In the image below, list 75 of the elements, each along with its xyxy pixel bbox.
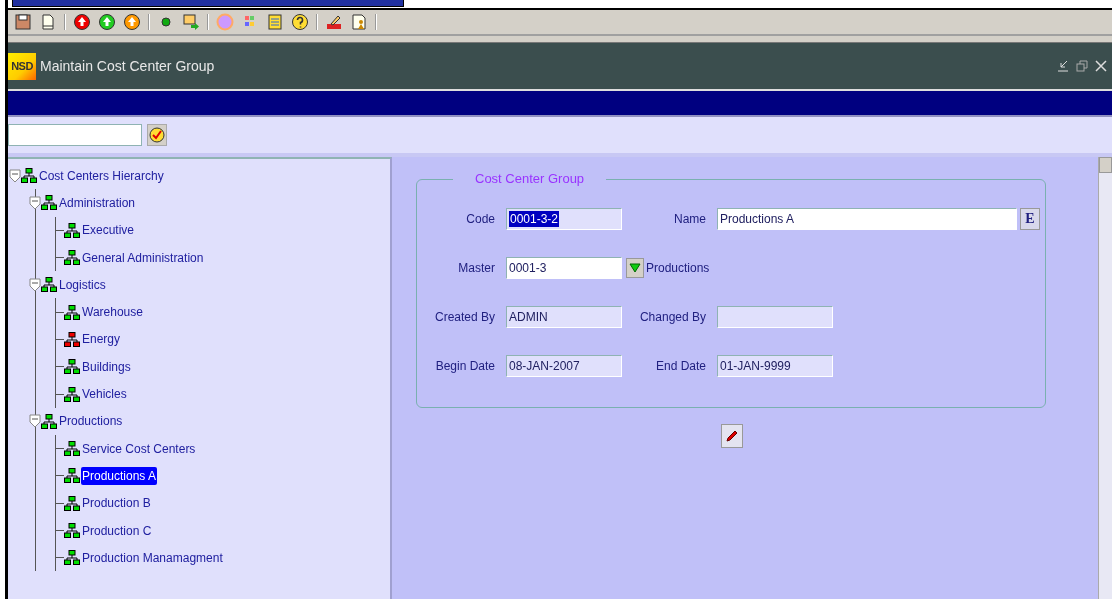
scroll-up-button[interactable] <box>1099 157 1112 173</box>
app-logo: NSD <box>8 52 36 80</box>
list-icon <box>266 13 284 31</box>
tree-item[interactable]: Productions A <box>81 466 158 485</box>
tree-item[interactable]: Administration <box>58 193 137 212</box>
scrollbar[interactable] <box>1098 157 1112 599</box>
field-value: 0001-3 <box>509 261 547 275</box>
input-field[interactable]: ADMIN <box>506 306 622 328</box>
tree-item[interactable]: Productions <box>58 412 124 431</box>
confirm-button[interactable] <box>147 124 167 146</box>
tree-item[interactable]: Logistics <box>58 275 107 294</box>
field-label: Created By <box>433 310 495 324</box>
tree-toggle[interactable] <box>29 414 41 429</box>
toolbar-button[interactable] <box>325 13 343 31</box>
document-icon <box>39 13 57 31</box>
pencil-icon <box>325 13 343 31</box>
field-value: 0001-3-2 <box>509 211 560 227</box>
toolbar-button[interactable] <box>291 13 309 31</box>
collapse-icon <box>9 168 21 183</box>
tree-item[interactable]: Warehouse <box>81 303 144 322</box>
tree-item[interactable]: Executive <box>81 221 136 240</box>
minimize-button[interactable] <box>1055 58 1071 74</box>
field-label: Changed By <box>638 310 706 324</box>
field-label: Code <box>465 212 495 226</box>
tree-item[interactable]: Production Manamagment <box>81 548 224 567</box>
user-document-icon <box>350 13 368 31</box>
tree-item[interactable]: Production C <box>81 521 153 540</box>
help-icon <box>291 13 309 31</box>
tree-toggle[interactable] <box>9 168 21 183</box>
toolbar-button[interactable] <box>73 13 91 31</box>
input-field[interactable]: Productions A <box>717 208 1017 230</box>
field-label: Name <box>673 212 706 226</box>
dropdown-button[interactable] <box>626 258 644 278</box>
minimize-icon <box>1057 60 1069 72</box>
restore-icon <box>1076 60 1088 72</box>
triangle-down-icon <box>629 263 641 273</box>
field-label: End Date <box>654 359 706 373</box>
tree-item[interactable]: Service Cost Centers <box>81 439 197 458</box>
close-icon <box>1095 60 1107 72</box>
input-field[interactable]: 0001-3 <box>506 257 622 279</box>
toolbar-button[interactable] <box>14 13 32 31</box>
checkmark-icon <box>149 127 165 143</box>
tree-item[interactable]: Cost Centers Hierarchy <box>38 166 165 185</box>
tree-item[interactable]: Production B <box>81 494 152 513</box>
toolbar-button[interactable] <box>98 13 116 31</box>
color-wheel-icon <box>216 13 234 31</box>
close-button[interactable] <box>1093 58 1109 74</box>
search-field[interactable] <box>8 124 142 146</box>
monitor-arrow-icon <box>182 13 200 31</box>
tree-item[interactable]: General Administration <box>81 248 205 267</box>
field-label: Begin Date <box>434 359 495 373</box>
input-field[interactable]: 01-JAN-9999 <box>717 355 833 377</box>
restore-button[interactable] <box>1074 58 1090 74</box>
save-icon <box>14 13 32 31</box>
field-value: ADMIN <box>509 310 548 324</box>
field-value: 01-JAN-9999 <box>720 359 791 373</box>
tree-item[interactable]: Vehicles <box>81 385 128 403</box>
tree-item[interactable]: Energy <box>81 330 122 349</box>
window-title: Maintain Cost Center Group <box>40 58 216 74</box>
editor-button[interactable]: E <box>1020 208 1040 230</box>
pencil-icon <box>725 429 739 443</box>
field-value: Productions A <box>720 212 795 226</box>
tree-item[interactable]: Buildings <box>81 357 132 376</box>
field-value: 08-JAN-2007 <box>509 359 580 373</box>
lookup-description: Productions <box>646 261 710 275</box>
field-label: Master <box>457 261 495 275</box>
edit-button[interactable] <box>721 424 743 448</box>
toolbar-button[interactable] <box>123 13 141 31</box>
group-title: Cost Center Group <box>453 171 607 186</box>
input-field[interactable]: 08-JAN-2007 <box>506 355 622 377</box>
toolbar-button[interactable] <box>39 13 57 31</box>
tree-toggle[interactable] <box>29 277 41 292</box>
tree-toggle[interactable] <box>29 195 41 210</box>
input-field[interactable] <box>717 306 833 328</box>
input-field[interactable]: 0001-3-2 <box>506 208 622 230</box>
